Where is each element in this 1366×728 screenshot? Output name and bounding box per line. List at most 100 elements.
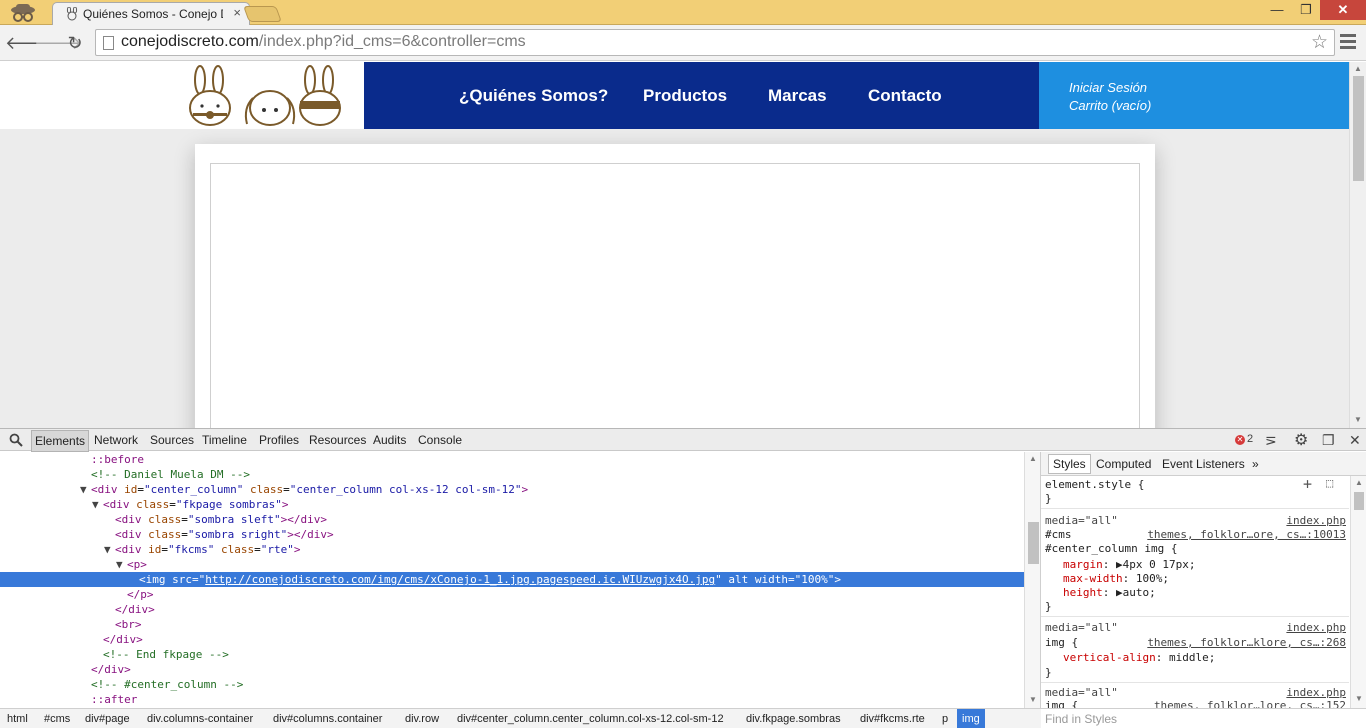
rule-selector[interactable]: #center_column img { xyxy=(1045,542,1177,555)
scroll-up-icon[interactable]: ▲ xyxy=(1355,478,1363,487)
tab-styles[interactable]: Styles xyxy=(1048,454,1091,474)
dom-node[interactable]: <div class="sombra sleft"></div> xyxy=(0,512,1024,527)
rule-selector[interactable]: #cms xyxy=(1045,528,1072,541)
expand-triangle-icon[interactable]: ▼ xyxy=(92,497,103,512)
rule-selector[interactable]: img { xyxy=(1045,699,1078,708)
breadcrumb-item[interactable]: div.fkpage.sombras xyxy=(746,713,841,725)
back-arrow-icon[interactable]: 🡐 xyxy=(5,31,53,55)
nav-marcas[interactable]: Marcas xyxy=(768,86,827,106)
inspect-search-icon[interactable] xyxy=(9,433,23,447)
dom-node[interactable]: <br> xyxy=(0,617,1024,632)
add-rule-icon[interactable]: + xyxy=(1303,475,1312,493)
login-link[interactable]: Iniciar Sesión xyxy=(1069,80,1147,95)
tab-network[interactable]: Network xyxy=(94,433,138,447)
tab-computed[interactable]: Computed xyxy=(1096,457,1151,471)
element-style-selector[interactable]: element.style { xyxy=(1045,478,1144,491)
breadcrumb-item[interactable]: html xyxy=(7,713,28,725)
dom-node[interactable]: </div> xyxy=(0,662,1024,677)
breadcrumb-item[interactable]: div#fkcms.rte xyxy=(860,713,925,725)
page-scroll-thumb[interactable] xyxy=(1353,76,1364,181)
styles-scroll-thumb[interactable] xyxy=(1354,492,1364,510)
breadcrumb-item[interactable]: div#center_column.center_column.col-xs-1… xyxy=(457,713,724,725)
breadcrumb-item-selected[interactable]: img xyxy=(957,709,985,728)
dom-node[interactable]: ▼ <div id="center_column" class="center_c… xyxy=(0,482,1024,497)
tab-profiles[interactable]: Profiles xyxy=(259,433,299,447)
source-link[interactable]: themes, folklor…ore, cs…:10013 xyxy=(1147,528,1346,541)
source-link[interactable]: themes, folklor…lore, cs…:152 xyxy=(1154,699,1346,708)
source-link[interactable]: themes, folklor…klore, cs…:268 xyxy=(1147,636,1346,649)
scroll-down-icon[interactable]: ▼ xyxy=(1355,694,1363,703)
styles-scrollbar[interactable]: ▲ ▼ xyxy=(1350,476,1366,708)
breadcrumb-item[interactable]: div.row xyxy=(405,713,439,725)
close-window-button[interactable]: ✕ xyxy=(1320,0,1366,20)
css-declaration[interactable]: margin: ▶4px 0 17px; xyxy=(1063,558,1195,571)
hamburger-menu-icon[interactable] xyxy=(1340,34,1356,50)
source-link[interactable]: index.php xyxy=(1286,621,1346,634)
source-link[interactable]: index.php xyxy=(1286,686,1346,699)
dom-node[interactable]: </p> xyxy=(0,587,1024,602)
bookmark-star-icon[interactable]: ☆ xyxy=(1311,31,1328,54)
dom-node[interactable]: <!-- Daniel Muela DM --> xyxy=(0,467,1024,482)
toggle-state-icon[interactable]: ⬚ xyxy=(1326,476,1333,490)
dom-node[interactable]: ::before xyxy=(0,452,1024,467)
dom-node[interactable]: </div> xyxy=(0,632,1024,647)
tab-console[interactable]: Console xyxy=(418,433,462,447)
css-declaration[interactable]: vertical-align: middle; xyxy=(1063,651,1215,664)
dom-node[interactable]: <div class="sombra sright"></div> xyxy=(0,527,1024,542)
dom-node[interactable]: </div> xyxy=(0,602,1024,617)
source-link[interactable]: index.php xyxy=(1286,514,1346,527)
dom-node[interactable]: <!-- End fkpage --> xyxy=(0,647,1024,662)
dom-node[interactable]: ▼ <div class="fkpage sombras"> xyxy=(0,497,1024,512)
cart-link[interactable]: Carrito (vacío) xyxy=(1069,98,1151,113)
nav-productos[interactable]: Productos xyxy=(643,86,727,106)
tab-elements[interactable]: Elements xyxy=(31,430,90,452)
elements-scrollbar[interactable]: ▲ ▼ xyxy=(1024,452,1041,708)
elements-scroll-thumb[interactable] xyxy=(1028,522,1039,564)
expand-triangle-icon[interactable]: ▼ xyxy=(116,557,127,572)
tab-close-icon[interactable]: × xyxy=(233,5,241,20)
scroll-down-icon[interactable]: ▼ xyxy=(1029,695,1037,704)
maximize-button[interactable]: ❐ xyxy=(1292,0,1320,20)
forward-arrow-icon[interactable]: 🡒 xyxy=(34,31,82,55)
tab-sources[interactable]: Sources xyxy=(150,433,194,447)
dock-icon[interactable]: ❐ xyxy=(1322,432,1335,449)
find-in-styles-input[interactable]: Find in Styles xyxy=(1041,708,1366,728)
gear-icon[interactable]: ⚙ xyxy=(1294,430,1308,450)
tab-timeline[interactable]: Timeline xyxy=(202,433,247,447)
rule-selector[interactable]: img { xyxy=(1045,636,1078,649)
new-tab-button[interactable] xyxy=(243,6,282,22)
more-tabs-icon[interactable]: » xyxy=(1252,457,1259,471)
error-counter[interactable]: ✕ 2 xyxy=(1235,433,1253,445)
img-src-link[interactable]: http://conejodiscreto.com/img/cms/xConej… xyxy=(205,573,715,586)
dom-node[interactable]: ▼ <p> xyxy=(0,557,1024,572)
close-devtools-icon[interactable]: ✕ xyxy=(1349,432,1361,449)
breadcrumb-item[interactable]: #cms xyxy=(44,713,70,725)
scroll-down-icon[interactable]: ▼ xyxy=(1354,415,1362,424)
minimize-button[interactable]: — xyxy=(1262,0,1292,20)
scroll-up-icon[interactable]: ▲ xyxy=(1029,454,1037,463)
tab-audits[interactable]: Audits xyxy=(373,433,406,447)
expand-triangle-icon[interactable]: ▼ xyxy=(80,482,91,497)
css-declaration[interactable]: height: ▶auto; xyxy=(1063,586,1156,599)
console-drawer-icon[interactable]: ⋝ xyxy=(1265,432,1277,449)
dom-node[interactable]: ::after xyxy=(0,692,1024,707)
dom-node[interactable]: ▼ <div id="fkcms" class="rte"> xyxy=(0,542,1024,557)
reload-icon[interactable]: ↻ xyxy=(63,31,87,55)
dom-node-selected[interactable]: <img src="http://conejodiscreto.com/img/… xyxy=(0,572,1024,587)
breadcrumb-item[interactable]: div#columns.container xyxy=(273,713,382,725)
expand-triangle-icon[interactable]: ▼ xyxy=(104,542,115,557)
dom-node[interactable]: <!-- #center_column --> xyxy=(0,677,1024,692)
tab-resources[interactable]: Resources xyxy=(309,433,366,447)
breadcrumb-item[interactable]: p xyxy=(942,713,948,725)
breadcrumb-item[interactable]: div#page xyxy=(85,713,130,725)
scroll-up-icon[interactable]: ▲ xyxy=(1354,64,1362,73)
rabbits-logo[interactable] xyxy=(185,64,355,128)
address-bar[interactable]: conejodiscreto.com/index.php?id_cms=6&co… xyxy=(95,29,1335,56)
browser-tab[interactable]: Quiénes Somos - Conejo D × xyxy=(52,2,250,25)
nav-quienes-somos[interactable]: ¿Quiénes Somos? xyxy=(459,86,608,106)
nav-contacto[interactable]: Contacto xyxy=(868,86,942,106)
breadcrumb-item[interactable]: div.columns-container xyxy=(147,713,253,725)
page-scrollbar[interactable]: ▲ ▼ xyxy=(1349,62,1366,428)
tab-event-listeners[interactable]: Event Listeners xyxy=(1162,457,1245,471)
css-declaration[interactable]: max-width: 100%; xyxy=(1063,572,1169,585)
